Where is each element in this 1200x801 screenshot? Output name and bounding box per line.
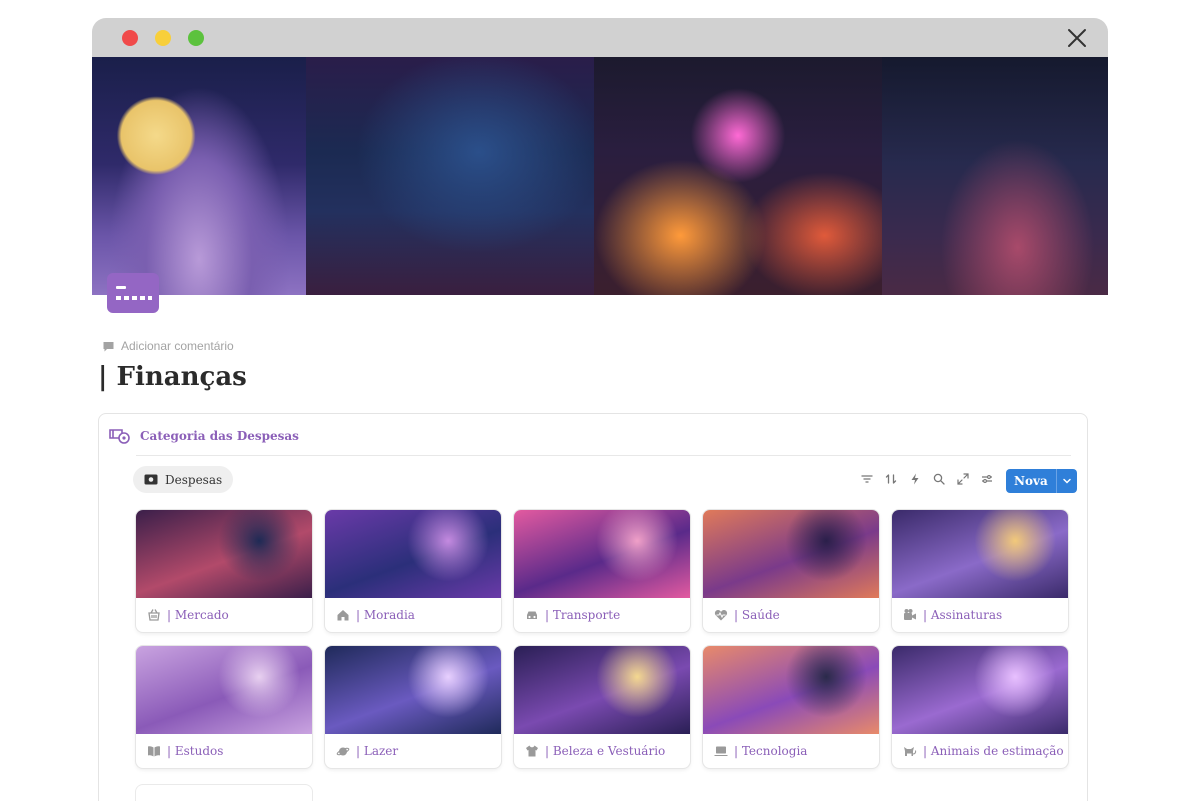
divider (136, 455, 1071, 456)
close-icon[interactable] (1066, 27, 1088, 49)
expand-button[interactable] (955, 471, 971, 487)
card-cover-image (325, 510, 501, 598)
card-label: | Mercado (167, 608, 229, 622)
cover-street-image (882, 57, 1108, 295)
planet-icon (336, 747, 350, 756)
card-label: | Tecnologia (734, 744, 808, 758)
view-tab-label: Despesas (165, 472, 223, 487)
lightning-icon (911, 473, 919, 485)
card-footer: | Assinaturas (892, 598, 1068, 632)
card-cover-image (892, 646, 1068, 734)
gallery-card-animais-de-estimacao[interactable]: | Animais de estimação (892, 646, 1068, 768)
cat-icon (904, 747, 917, 756)
card-cover-image (514, 646, 690, 734)
minimize-window-button[interactable] (155, 30, 171, 46)
new-button-label[interactable]: Nova (1006, 469, 1057, 493)
cover-city-image (306, 57, 594, 295)
card-label: | Transporte (545, 608, 621, 622)
browser-window: Adicionar comentário | Finanças Categori… (92, 18, 1108, 801)
card-footer: | Lazer (325, 734, 501, 768)
title-bar (92, 18, 1108, 57)
gallery-card-partial[interactable] (136, 785, 312, 801)
card-footer: | Animais de estimação (892, 734, 1068, 768)
gallery-card-saude[interactable]: | Saúde (703, 510, 879, 632)
laptop-icon (714, 746, 728, 756)
gallery-card-transporte[interactable]: | Transporte (514, 510, 690, 632)
gallery-card-assinaturas[interactable]: | Assinaturas (892, 510, 1068, 632)
add-comment-label: Adicionar comentário (121, 339, 234, 353)
video-camera-icon (904, 609, 916, 620)
filter-icon (861, 475, 873, 483)
credit-card-icon[interactable] (107, 273, 159, 313)
card-footer: | Beleza e Vestuário (514, 734, 690, 768)
card-cover-image (514, 510, 690, 598)
filter-button[interactable] (859, 471, 875, 487)
card-label: | Animais de estimação (923, 744, 1064, 758)
database-header[interactable]: Categoria das Despesas (109, 428, 299, 444)
search-icon (933, 473, 945, 485)
card-cover-image (892, 510, 1068, 598)
view-tab-despesas[interactable]: Despesas (133, 466, 234, 493)
gallery-card-mercado[interactable]: | Mercado (136, 510, 312, 632)
maximize-window-button[interactable] (188, 30, 204, 46)
card-footer: | Estudos (136, 734, 312, 768)
heart-pulse-icon (714, 610, 728, 621)
database-title: Categoria das Despesas (140, 429, 299, 443)
car-icon (527, 611, 537, 619)
card-footer: | Mercado (136, 598, 312, 632)
card-label: | Lazer (356, 744, 399, 758)
add-comment-button[interactable]: Adicionar comentário (102, 338, 234, 354)
comment-icon (103, 341, 114, 351)
sort-icon (885, 474, 897, 484)
card-cover-image (325, 646, 501, 734)
banknote-icon (144, 474, 158, 485)
card-label: | Assinaturas (923, 608, 1003, 622)
card-label: | Estudos (167, 744, 224, 758)
database-toolbar (859, 471, 995, 487)
card-cover-image (136, 646, 312, 734)
page-cover[interactable] (92, 57, 1108, 295)
new-record-button[interactable]: Nova (1006, 469, 1077, 493)
card-footer: | Moradia (325, 598, 501, 632)
card-footer: | Transporte (514, 598, 690, 632)
close-window-button[interactable] (122, 30, 138, 46)
page-title[interactable]: | Finanças (98, 362, 247, 392)
card-label: | Saúde (734, 608, 780, 622)
house-icon (337, 610, 349, 621)
search-button[interactable] (931, 471, 947, 487)
card-footer: | Saúde (703, 598, 879, 632)
gallery-card-beleza-e-vestuario[interactable]: | Beleza e Vestuário (514, 646, 690, 768)
cover-moon-image (92, 57, 306, 295)
automation-button[interactable] (907, 471, 923, 487)
gallery-card-lazer[interactable]: | Lazer (325, 646, 501, 768)
book-icon (148, 746, 160, 757)
settings-button[interactable] (979, 471, 995, 487)
money-icon (109, 429, 130, 444)
sort-button[interactable] (883, 471, 899, 487)
gallery-card-estudos[interactable]: | Estudos (136, 646, 312, 768)
shirt-icon (526, 745, 538, 757)
card-label: | Moradia (356, 608, 415, 622)
expand-icon (957, 473, 969, 485)
card-cover-image (136, 510, 312, 598)
settings-icon (982, 475, 992, 483)
cover-shop-image (594, 57, 882, 295)
card-label: | Beleza e Vestuário (545, 744, 666, 758)
chevron-down-icon (1062, 478, 1071, 484)
card-cover-image (703, 510, 879, 598)
card-footer: | Tecnologia (703, 734, 879, 768)
new-options-button[interactable] (1057, 469, 1077, 493)
gallery-card-moradia[interactable]: | Moradia (325, 510, 501, 632)
gallery-card-tecnologia[interactable]: | Tecnologia (703, 646, 879, 768)
card-cover-image (703, 646, 879, 734)
database-block: Categoria das Despesas Despesas Nova | M… (98, 413, 1088, 801)
basket-icon (148, 609, 160, 621)
